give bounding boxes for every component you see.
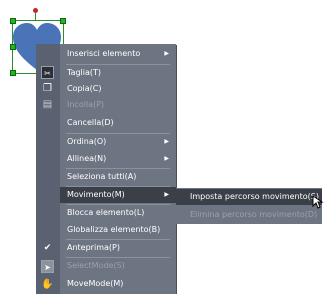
menu-item-label: Inserisci elemento xyxy=(67,49,141,58)
resize-handle-ne[interactable] xyxy=(60,18,66,24)
submenu-arrow-icon: ▶ xyxy=(164,191,169,198)
copy-icon: ❐ xyxy=(43,83,52,94)
movement-submenu: Imposta percorso movimento(S) Elimina pe… xyxy=(176,188,322,224)
menu-item-cut[interactable]: Taglia(T) xyxy=(60,65,176,81)
menu-item-label: Globalizza elemento(B) xyxy=(67,225,161,234)
menu-item-copy[interactable]: Copia(C) xyxy=(60,81,176,97)
menu-item-move-mode[interactable]: MoveMode(M) xyxy=(60,276,176,292)
menu-item-label: Cancella(D) xyxy=(67,118,114,127)
submenu-item-label: Elimina percorso movimento(D) xyxy=(190,210,318,219)
mouse-cursor-icon xyxy=(312,195,324,209)
menu-item-select-all[interactable]: Seleziona tutti(A) xyxy=(60,169,176,185)
menu-item-paste[interactable]: Incolla(P) xyxy=(60,97,176,113)
menu-item-select-mode[interactable]: SelectMode(S) xyxy=(60,258,176,274)
check-icon: ✔ xyxy=(43,243,52,253)
menu-item-label: Seleziona tutti(A) xyxy=(67,172,137,181)
menu-item-delete[interactable]: Cancella(D) xyxy=(60,115,176,131)
move-mode-icon: ✋ xyxy=(41,279,54,290)
submenu-arrow-icon: ▶ xyxy=(164,138,169,145)
menu-item-label: Copia(C) xyxy=(67,84,102,93)
menu-item-label: MoveMode(M) xyxy=(67,279,124,288)
menu-item-label: Movimento(M) xyxy=(67,190,125,199)
menu-item-order[interactable]: Ordina(O) ▶ xyxy=(60,134,176,150)
resize-handle-w[interactable] xyxy=(10,44,16,50)
submenu-item-delete-motion-path[interactable]: Elimina percorso movimento(D) xyxy=(176,207,322,223)
cut-icon: ✂ xyxy=(41,66,54,79)
resize-handle-sw[interactable] xyxy=(10,70,16,76)
menu-item-align[interactable]: Allinea(N) ▶ xyxy=(60,151,176,167)
menu-item-globalize-element[interactable]: Globalizza elemento(B) xyxy=(60,222,176,238)
paste-icon: ▤ xyxy=(42,99,53,110)
menu-item-lock-element[interactable]: Blocca elemento(L) xyxy=(60,205,176,221)
submenu-item-label: Imposta percorso movimento(S) xyxy=(190,192,319,201)
menu-item-label: Ordina(O) xyxy=(67,137,107,146)
menu-item-label: Incolla(P) xyxy=(67,100,105,109)
context-menu: Inserisci elemento ▶ ✂ Taglia(T) ❐ Copia… xyxy=(36,44,176,294)
menu-item-movement[interactable]: Movimento(M) ▶ xyxy=(60,187,176,203)
menu-item-preview[interactable]: Anteprima(P) xyxy=(60,240,176,256)
resize-handle-nw[interactable] xyxy=(10,18,16,24)
menu-item-label: Blocca elemento(L) xyxy=(67,208,145,217)
submenu-arrow-icon: ▶ xyxy=(164,50,169,57)
menu-item-label: Taglia(T) xyxy=(67,68,102,77)
menu-item-insert-element[interactable]: Inserisci elemento ▶ xyxy=(60,46,176,62)
select-mode-icon: ➤ xyxy=(41,260,54,273)
submenu-item-set-motion-path[interactable]: Imposta percorso movimento(S) xyxy=(176,189,322,205)
submenu-arrow-icon: ▶ xyxy=(164,155,169,162)
menu-item-label: SelectMode(S) xyxy=(67,261,125,270)
menu-item-label: Anteprima(P) xyxy=(67,243,120,252)
menu-item-label: Allinea(N) xyxy=(67,154,107,163)
